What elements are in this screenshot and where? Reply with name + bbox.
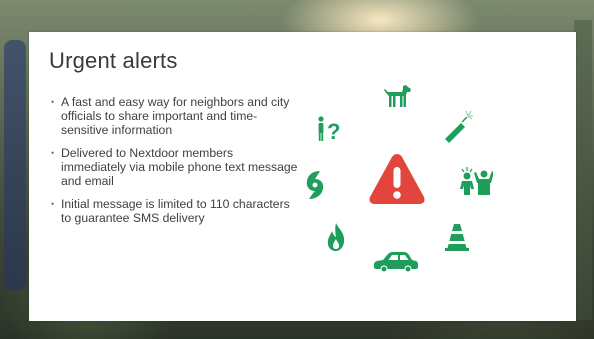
dog-icon (382, 84, 412, 110)
car-icon (374, 251, 418, 273)
alert-warning-icon (367, 150, 427, 208)
hurricane-icon (303, 169, 327, 201)
presentation-slide: Urgent alerts • A fast and easy way for … (29, 32, 576, 321)
missing-person-icon: ? (315, 115, 345, 145)
suspicious-activity-icon (459, 167, 493, 197)
background-person-left (4, 40, 26, 290)
screen-frame: Urgent alerts • A fast and easy way for … (0, 0, 594, 339)
fire-icon (325, 222, 347, 252)
traffic-cone-icon (444, 222, 470, 252)
explosive-icon (443, 108, 475, 144)
svg-text:?: ? (327, 119, 340, 144)
background-tree-right (574, 20, 592, 320)
alert-icon-ring: ? (29, 32, 576, 321)
